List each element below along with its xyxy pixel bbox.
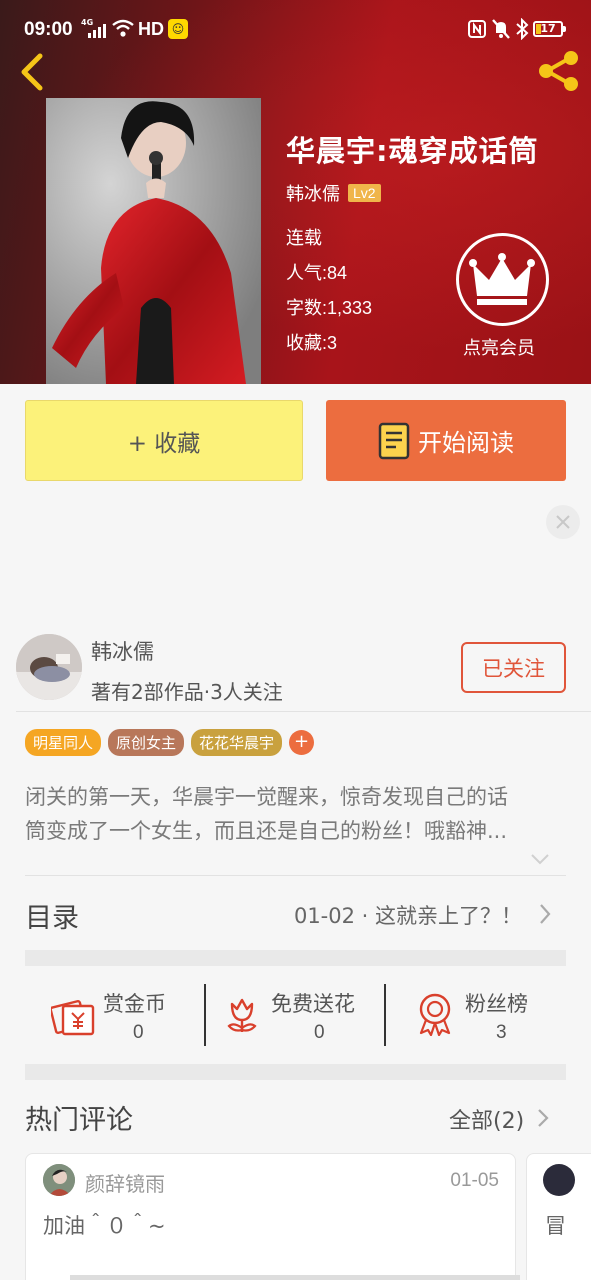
level-badge: Lv2 xyxy=(348,184,381,202)
share-button[interactable] xyxy=(534,48,584,94)
reward-coins-button[interactable]: 赏金币 0 xyxy=(25,966,205,1064)
word-count-label: 字数: xyxy=(286,298,328,318)
synopsis[interactable]: 闭关的第一天，华晨宇一觉醒来，惊奇发现自己的话 筒变成了一个女生，而且还是自己的… xyxy=(25,780,565,848)
comment-text: 冒 xyxy=(545,1214,566,1238)
comment-card[interactable]: 冒 xyxy=(526,1153,591,1280)
commenter-name[interactable]: 颜辞镜雨 xyxy=(85,1168,165,1197)
book-cover[interactable] xyxy=(46,98,261,384)
medal-icon xyxy=(419,993,451,1036)
popularity-value: 84 xyxy=(327,263,348,283)
bluetooth-icon xyxy=(516,18,529,40)
crown-icon xyxy=(469,253,535,305)
free-flowers-button[interactable]: 免费送花 0 xyxy=(206,966,386,1064)
notification-app-icon: ☺ xyxy=(168,19,188,39)
hd-indicator: HD xyxy=(138,19,164,39)
battery-level: 17 xyxy=(540,22,556,35)
popularity-stat: 人气:84 xyxy=(286,259,347,285)
comment-date: 01-05 xyxy=(450,1170,499,1191)
section-separator xyxy=(25,950,566,966)
interaction-stats: 赏金币 0 免费送花 0 粉丝榜 3 xyxy=(25,966,566,1064)
mute-icon xyxy=(492,19,510,39)
hot-comments-title: 热门评论 xyxy=(25,1105,133,1136)
fan-ranking-value: 3 xyxy=(496,1022,507,1043)
add-favorite-button[interactable]: + 收藏 xyxy=(25,400,303,481)
book-header: 09:00 4G HD ☺ 17 华晨宇:魂穿成话筒 韩冰儒 Lv2 连载 人气… xyxy=(0,0,591,384)
word-count-value: 1,333 xyxy=(327,298,373,318)
favorites-label: 收藏: xyxy=(286,333,328,353)
author-avatar[interactable] xyxy=(16,634,82,700)
commenter-avatar[interactable] xyxy=(43,1164,75,1196)
battery-icon: 17 xyxy=(533,21,566,37)
vip-label[interactable]: 点亮会员 xyxy=(463,334,535,360)
share-icon xyxy=(539,51,578,91)
word-count-stat: 字数:1,333 xyxy=(286,294,372,320)
tag-item[interactable]: 原创女主 xyxy=(108,729,185,756)
chevron-right-icon xyxy=(540,904,551,924)
serial-status: 连载 xyxy=(286,228,322,248)
action-bar: + 收藏 开始阅读 xyxy=(0,384,591,496)
flower-icon xyxy=(227,998,257,1032)
scroll-indicator xyxy=(70,1275,520,1280)
red-envelope-icon xyxy=(51,999,95,1036)
tag-item[interactable]: 花花华晨宇 xyxy=(191,729,283,756)
latest-chapter: 01-02 · 这就亲上了？！ xyxy=(293,904,522,928)
table-of-contents-row[interactable]: 目录 01-02 · 这就亲上了？！ xyxy=(25,876,566,950)
status-bar: 09:00 4G HD ☺ 17 xyxy=(0,0,591,58)
author-row[interactable]: 韩冰儒 Lv2 xyxy=(286,180,381,206)
author-card-name: 韩冰儒 xyxy=(91,640,154,664)
all-comments-link[interactable]: 全部(2) xyxy=(449,1103,524,1135)
toc-title: 目录 xyxy=(25,903,79,934)
favorites-stat: 收藏:3 xyxy=(286,329,337,355)
favorites-value: 3 xyxy=(327,333,338,353)
reward-coins-label: 赏金币 xyxy=(103,992,166,1016)
chevron-left-icon xyxy=(21,53,43,91)
author-card[interactable]: 韩冰儒 著有2部作品·3人关注 已关注 xyxy=(0,620,591,712)
chevron-right-icon[interactable] xyxy=(536,1107,550,1129)
expand-chevron-down-icon[interactable] xyxy=(530,852,550,866)
section-separator xyxy=(25,1064,566,1080)
wifi-icon xyxy=(112,19,134,37)
book-icon xyxy=(378,422,410,459)
start-reading-label: 开始阅读 xyxy=(418,429,514,457)
reward-coins-value: 0 xyxy=(133,1022,144,1043)
nfc-icon xyxy=(468,20,486,38)
popularity-label: 人气: xyxy=(286,263,328,283)
tag-item[interactable]: 明星同人 xyxy=(25,729,102,756)
avatar-image xyxy=(16,634,82,700)
start-reading-button[interactable]: 开始阅读 xyxy=(326,400,566,481)
synopsis-line: 筒变成了一个女生，而且还是自己的粉丝！哦豁神... xyxy=(25,819,508,843)
author-name[interactable]: 韩冰儒 xyxy=(286,180,340,206)
commenter-avatar[interactable] xyxy=(543,1164,575,1196)
book-title: 华晨宇:魂穿成话筒 xyxy=(286,134,539,168)
fan-ranking-button[interactable]: 粉丝榜 3 xyxy=(386,966,566,1064)
status-time: 09:00 xyxy=(24,19,73,40)
close-ad-button[interactable] xyxy=(546,505,580,539)
close-icon xyxy=(556,515,570,529)
free-flowers-value: 0 xyxy=(314,1022,325,1043)
tag-list: 明星同人 原创女主 花花华晨宇 + xyxy=(25,729,315,756)
comment-card[interactable]: 颜辞镜雨 01-05 加油＾０＾~ xyxy=(25,1153,516,1280)
avatar-image xyxy=(43,1164,75,1196)
free-flowers-label: 免费送花 xyxy=(271,992,355,1016)
signal-icon xyxy=(88,22,106,38)
comment-text: 加油＾０＾~ xyxy=(43,1214,166,1238)
divider xyxy=(16,711,591,712)
follow-button[interactable]: 已关注 xyxy=(461,642,566,693)
back-button[interactable] xyxy=(14,50,50,94)
add-tag-button[interactable]: + xyxy=(289,730,315,755)
fan-ranking-label: 粉丝榜 xyxy=(465,992,528,1016)
vip-button[interactable] xyxy=(456,233,549,326)
author-card-summary: 著有2部作品·3人关注 xyxy=(91,680,283,704)
cover-image xyxy=(46,98,261,384)
synopsis-line: 闭关的第一天，华晨宇一觉醒来，惊奇发现自己的话 xyxy=(25,785,508,809)
